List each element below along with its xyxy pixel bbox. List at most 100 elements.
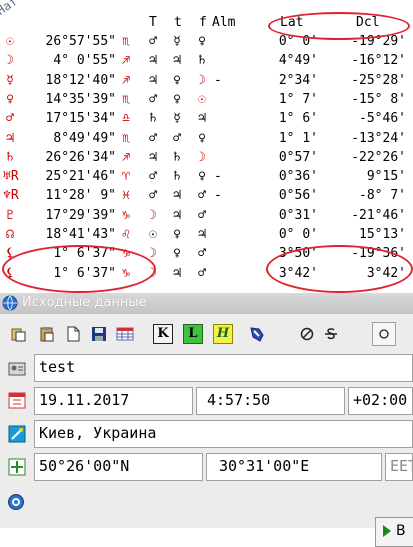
cell-t: ♄ bbox=[173, 149, 181, 165]
panel-title: Исходные данные bbox=[22, 295, 147, 310]
name-field[interactable]: test bbox=[34, 354, 413, 382]
cell-f: ♀ bbox=[198, 169, 206, 185]
shield-icon[interactable] bbox=[246, 323, 268, 345]
calendar-icon[interactable] bbox=[8, 391, 26, 409]
cell-T: ♃ bbox=[149, 53, 157, 69]
latitude-field[interactable]: 50°26'00"N bbox=[34, 453, 203, 481]
cell-alm: - bbox=[214, 188, 222, 204]
h-button-icon: H bbox=[213, 324, 233, 344]
table-icon[interactable] bbox=[114, 323, 136, 345]
cell-t: ♀ bbox=[173, 227, 181, 242]
cell-planet: ♃ bbox=[6, 130, 14, 146]
cell-lat: 4°49' bbox=[278, 53, 318, 69]
clipboard-copy-icon[interactable] bbox=[8, 323, 30, 345]
cell-t: ♀ bbox=[173, 91, 181, 107]
cell-sign: ♐ bbox=[122, 72, 130, 88]
cell-lat: 0° 0' bbox=[278, 227, 318, 242]
cell-T: ♂ bbox=[149, 91, 157, 107]
cell-alm: - bbox=[214, 72, 222, 88]
cell-dcl: -21°46' bbox=[351, 207, 406, 223]
cell-deg: 18°41'43" bbox=[45, 227, 116, 242]
l-button-icon: L bbox=[183, 324, 203, 344]
chart-type-label: Нат bbox=[0, 0, 20, 19]
new-document-icon[interactable] bbox=[62, 323, 84, 345]
cell-t: ♂ bbox=[173, 130, 181, 146]
cell-f: ♀ bbox=[198, 130, 206, 146]
save-disk-icon[interactable] bbox=[88, 323, 110, 345]
cell-dcl: -25°28' bbox=[351, 72, 406, 88]
longitude-field[interactable]: 30°31'00"E bbox=[206, 453, 382, 481]
cell-f: ♃ bbox=[198, 111, 206, 127]
person-card-icon[interactable] bbox=[8, 360, 26, 378]
cell-deg: 14°35'39" bbox=[45, 91, 116, 107]
cell-deg: 4° 0'55" bbox=[53, 53, 116, 69]
cell-dcl: -5°46' bbox=[359, 111, 406, 127]
rows-highlight-right bbox=[266, 245, 413, 293]
cell-dcl: -22°26' bbox=[351, 149, 406, 165]
toolbar: K L H bbox=[0, 314, 413, 355]
cell-t: ☿ bbox=[173, 34, 181, 49]
table-row: ☽ 4° 0'55" ♐ ♃ ♃ ♄ 4°49' -16°12' bbox=[0, 52, 413, 71]
cell-t: ♃ bbox=[173, 207, 181, 223]
cell-planet: ♆R bbox=[3, 188, 19, 204]
target-icon[interactable] bbox=[7, 493, 25, 511]
cell-lat: 1° 6' bbox=[278, 111, 318, 127]
clipboard-paste-icon[interactable] bbox=[36, 323, 58, 345]
cell-f: ☽ bbox=[198, 149, 206, 165]
cell-deg: 25°21'46" bbox=[45, 169, 116, 185]
date-field[interactable]: 19.11.2017 bbox=[34, 387, 193, 415]
cell-planet: ♀ bbox=[6, 91, 14, 107]
cell-planet: ♅R bbox=[3, 169, 19, 185]
cell-f: ♂ bbox=[198, 188, 206, 204]
coordinates-icon[interactable] bbox=[8, 458, 26, 476]
location-icon[interactable] bbox=[8, 425, 26, 443]
cell-t: ♀ bbox=[173, 246, 181, 262]
cell-deg: 18°12'40" bbox=[45, 72, 116, 88]
timezone-field[interactable]: +02:00 bbox=[348, 387, 413, 415]
table-row: ♃ 8°49'49" ♏ ♂ ♂ ♀ 1° 1' -13°24' bbox=[0, 130, 413, 149]
k-button-icon: K bbox=[153, 324, 173, 344]
go-button-label: В bbox=[396, 523, 406, 539]
l-button[interactable]: L bbox=[182, 323, 204, 345]
cancel-icon[interactable] bbox=[296, 323, 318, 345]
cell-t: ☿ bbox=[173, 111, 181, 127]
cell-f: ♂ bbox=[198, 265, 206, 281]
circle-icon[interactable] bbox=[372, 322, 396, 346]
cell-dcl: -16°12' bbox=[351, 53, 406, 69]
header-T: T bbox=[149, 15, 157, 30]
header-f: f bbox=[199, 15, 207, 30]
header-t: t bbox=[174, 15, 182, 30]
cell-sign: ♌ bbox=[122, 227, 130, 242]
cell-lat: 0°36' bbox=[278, 169, 318, 185]
positions-table: Нат T t f Alm Lat Dcl ☉ 26°57'55" ♏ ♂ ☿ ♀ 0° 0… bbox=[0, 0, 413, 293]
panel-title-bar[interactable]: Исходные данные bbox=[0, 293, 413, 314]
strikethrough-s-icon[interactable] bbox=[320, 323, 342, 345]
cell-deg: 17°15'34" bbox=[45, 111, 116, 127]
lat-dcl-header-highlight bbox=[268, 12, 410, 40]
place-field[interactable]: Киев, Украина bbox=[34, 420, 413, 448]
cell-t: ♃ bbox=[173, 265, 181, 281]
cell-t: ♄ bbox=[173, 169, 181, 185]
cell-f: ☽ bbox=[198, 72, 206, 88]
cell-T: ♃ bbox=[149, 149, 157, 165]
table-row: ♆R 11°28' 9" ♓ ♂ ♃ ♂ -0°56' -8° 7' bbox=[0, 187, 413, 206]
cell-T: ♃ bbox=[149, 72, 157, 88]
source-data-form: test 19.11.2017 4:57:50 +02:00 Киев, Укр… bbox=[0, 354, 413, 547]
timezone-abbr-field[interactable]: EET bbox=[385, 453, 413, 481]
h-button[interactable]: H bbox=[212, 323, 234, 345]
cell-T: ☉ bbox=[149, 227, 157, 242]
cell-alm: - bbox=[214, 169, 222, 185]
cell-f: ☉ bbox=[198, 91, 206, 107]
cell-lat: 0°31' bbox=[278, 207, 318, 223]
cell-deg: 8°49'49" bbox=[53, 130, 116, 146]
cell-dcl: -13°24' bbox=[351, 130, 406, 146]
go-button[interactable]: В bbox=[375, 517, 413, 547]
cell-dcl: -8° 7' bbox=[359, 188, 406, 204]
cell-sign: ♐ bbox=[122, 149, 130, 165]
cell-f: ♄ bbox=[198, 53, 206, 69]
k-button[interactable]: K bbox=[152, 323, 174, 345]
cell-sign: ♏ bbox=[122, 34, 130, 49]
cell-planet: ♄ bbox=[6, 149, 14, 165]
cell-t: ♃ bbox=[173, 53, 181, 69]
time-field[interactable]: 4:57:50 bbox=[196, 387, 345, 415]
